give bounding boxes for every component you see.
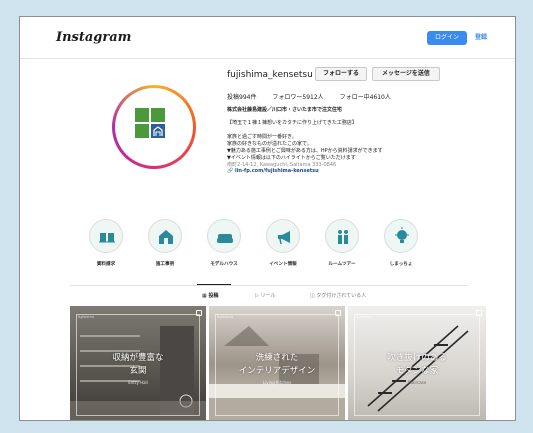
highlight-label: モデルハウス	[210, 262, 238, 267]
highlight-model-house[interactable]: モデルハウス	[204, 219, 244, 267]
post-caption-line-2: インテリアデザイン	[238, 366, 316, 376]
house-icon	[159, 230, 173, 244]
post-brand: fujishima	[356, 315, 372, 319]
tab-posts[interactable]: ▦ 投稿	[202, 292, 219, 299]
post-caption-line-1: 吹き抜けのある	[387, 353, 447, 363]
bulb-icon	[395, 227, 409, 243]
bio-line-3: ▼魅力ある施工事例とご興味がある方は、HPから資料請求ができます	[227, 148, 383, 154]
post-subtitle: Living Kitchen	[262, 380, 292, 385]
follow-button[interactable]: フォローする	[315, 67, 367, 81]
highlight-works[interactable]: 施工事例	[145, 219, 185, 267]
tabs-divider	[70, 285, 467, 286]
post-caption-line-1: 洗練された	[255, 353, 299, 363]
highlight-shimaccho[interactable]: しまっちょ	[381, 219, 421, 267]
family-icon	[338, 230, 348, 244]
post-thumbnail[interactable]: fujishima 収納が豊富な 玄関 Entry Hall	[70, 306, 206, 420]
highlight-room-tour[interactable]: ルームツアー	[322, 219, 362, 267]
highlight-label: しまっちょ	[389, 262, 413, 267]
followers-count[interactable]: フォロワー5912人	[272, 94, 323, 101]
post-subtitle: Staircase	[407, 380, 427, 385]
house-logo-icon	[118, 91, 190, 163]
profile-stats: 投稿994件 フォロワー5912人 フォロー中4610人	[227, 92, 405, 101]
post-subtitle: Entry Hall	[128, 380, 148, 385]
active-tab-indicator	[197, 284, 231, 285]
tag-icon: ◫	[310, 293, 315, 299]
profile-username: fujishima_kensetsu	[227, 70, 313, 80]
bio-website-link[interactable]: 🔗 lin-fp.com/fujishima-kensetsu	[227, 168, 319, 174]
book-icon	[99, 233, 115, 243]
reel-icon: ▷	[255, 293, 259, 299]
grid-icon: ▦	[202, 293, 207, 299]
top-navigation-bar: Instagram ログイン 登録	[20, 17, 515, 59]
post-brand: fujishima	[217, 315, 233, 319]
post-thumbnail[interactable]: fujishima 洗練された インテリアデザイン Living Kitchen	[209, 306, 345, 420]
highlight-label: 施工事例	[155, 262, 175, 267]
post-brand: fujishima	[78, 315, 94, 319]
following-count[interactable]: フォロー中4610人	[340, 94, 391, 101]
multi-post-icon	[196, 310, 202, 316]
post-caption-line-2: 玄関	[129, 366, 147, 376]
login-button[interactable]: ログイン	[427, 31, 467, 45]
sofa-icon	[217, 234, 233, 243]
post-caption-line-1: 収納が豊富な	[112, 353, 164, 363]
profile-avatar[interactable]	[112, 85, 196, 169]
tab-reels[interactable]: ▷ リール	[255, 292, 275, 299]
instagram-logo[interactable]: Instagram	[56, 30, 131, 45]
bio-tagline: 【埼玉で１棟１棟想いをカタチに作り上げてきた工務店】	[227, 120, 357, 126]
multi-post-icon	[335, 310, 341, 316]
post-thumbnail[interactable]: fujishima 吹き抜けのある モダンな家 Staircase	[348, 306, 486, 420]
bio-line-2: 家族の好きなものが溢れたこの家で。	[227, 141, 312, 147]
bio-company: 株式会社藤島建設／川口市・さいたま市で注文住宅	[227, 107, 342, 113]
bio-line-1: 家族と過ごす時間が一番好き。	[227, 134, 297, 140]
tab-tagged[interactable]: ◫ タグ付けされている人	[310, 292, 366, 299]
bio-line-4: ▼イベント情報は以下のハイライトからご覧いただけます	[227, 155, 356, 161]
highlight-label: 資料請求	[96, 262, 116, 267]
highlight-label: イベント情報	[269, 262, 297, 267]
message-button[interactable]: メッセージを送信	[372, 67, 440, 81]
megaphone-icon	[278, 231, 290, 245]
bio-website-text: lin-fp.com/fujishima-kensetsu	[234, 168, 319, 174]
link-icon: 🔗	[227, 168, 234, 174]
highlight-catalog[interactable]: 資料請求	[86, 219, 126, 267]
browser-frame: Instagram ログイン 登録 fujishima_kensetsu フォロ…	[19, 16, 516, 421]
highlight-label: ルームツアー	[328, 262, 356, 267]
bio-address[interactable]: 南町2-14-12, Kawaguchi, Saitama 333-0846	[227, 161, 336, 168]
post-caption-line-2: モダンな家	[395, 366, 439, 376]
signup-link[interactable]: 登録	[475, 31, 487, 45]
multi-post-icon	[476, 310, 482, 316]
highlight-events[interactable]: イベント情報	[263, 219, 303, 267]
posts-count: 投稿994件	[227, 94, 257, 101]
